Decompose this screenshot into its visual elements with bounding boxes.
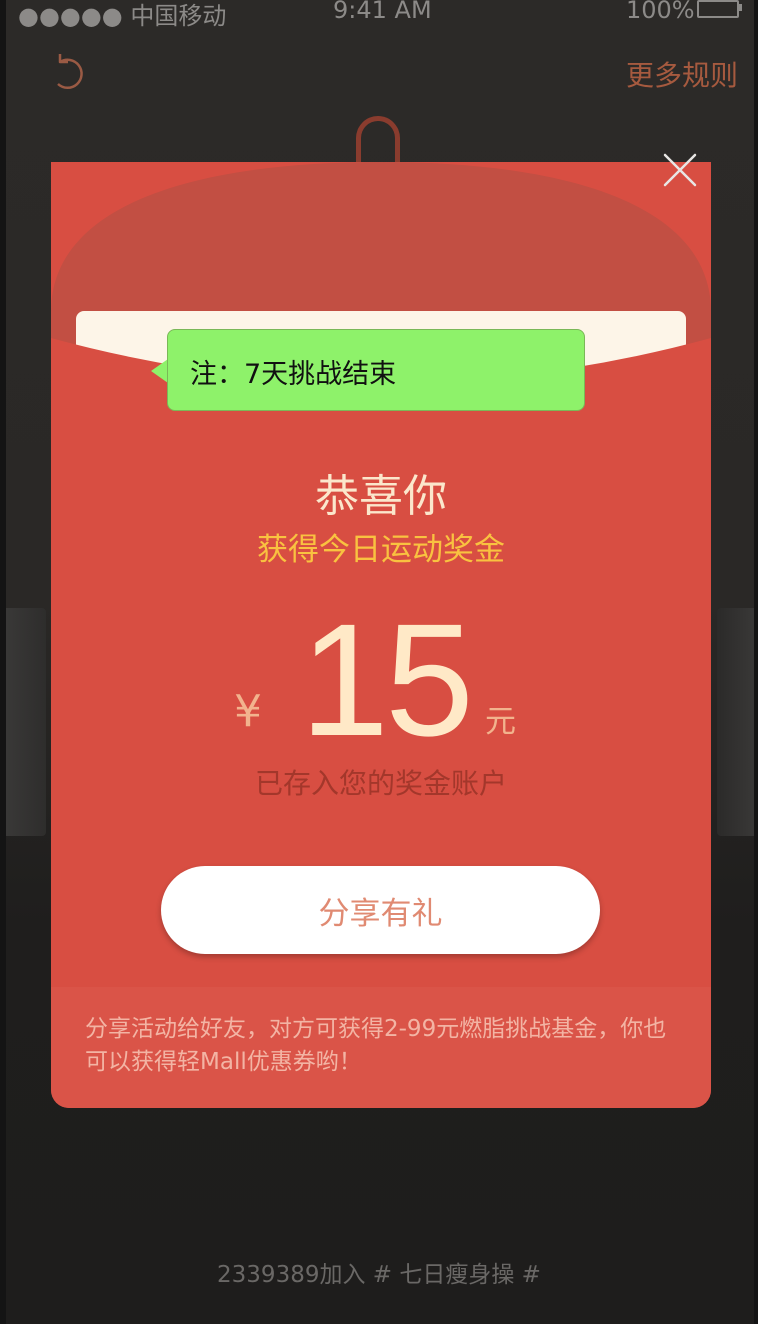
left-edge <box>0 0 6 1324</box>
left-card-preview <box>0 608 46 836</box>
back-arrow-icon[interactable] <box>48 48 88 96</box>
status-bar: ●●●●● 中国移动 9:41 AM 100% <box>0 0 758 30</box>
right-card-preview <box>717 608 758 836</box>
participants-footer: 2339389加入 # 七日瘦身操 # <box>217 1262 541 1288</box>
right-edge <box>754 0 758 1324</box>
currency-symbol: ¥ <box>234 686 262 737</box>
note-bubble: 注：7天挑战结束 <box>167 329 585 411</box>
reward-subtitle: 获得今日运动奖金 <box>257 532 505 568</box>
share-info-panel: 分享活动给好友，对方可获得2-99元燃脂挑战基金，你也可以获得轻Mall优惠券哟… <box>51 987 711 1108</box>
close-icon[interactable] <box>660 150 700 190</box>
share-button[interactable]: 分享有礼 <box>161 866 600 954</box>
clock: 9:41 AM <box>333 0 432 24</box>
battery-tip <box>739 4 742 11</box>
note-bubble-tail <box>151 359 168 383</box>
share-info-text: 分享活动给好友，对方可获得2-99元燃脂挑战基金，你也可以获得轻Mall优惠券哟… <box>85 1016 667 1075</box>
more-rules-link[interactable]: 更多规则 <box>626 54 738 94</box>
congrats-title: 恭喜你 <box>315 471 447 522</box>
currency-unit: 元 <box>485 704 516 740</box>
carrier-label: ●●●●● 中国移动 <box>18 2 227 30</box>
deposit-status: 已存入您的奖金账户 <box>254 767 507 800</box>
battery-percent: 100% <box>626 0 695 24</box>
reward-amount: 15 <box>300 590 474 769</box>
note-text: 注：7天挑战结束 <box>190 359 397 390</box>
battery-icon <box>697 0 739 18</box>
